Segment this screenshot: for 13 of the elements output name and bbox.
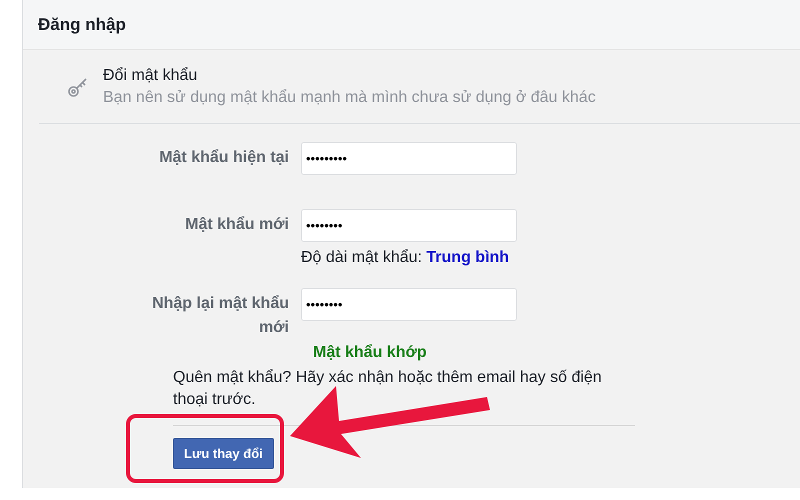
forgot-note: Quên mật khẩu? Hãy xác nhận hoặc thêm email hay số điện thoại trước. (173, 368, 603, 410)
save-button[interactable]: Lưu thay đổi (173, 438, 274, 469)
strength-text: Độ dài mật khẩu: Trung bình (301, 248, 510, 268)
setting-description: Bạn nên sử dụng mật khẩu mạnh mà mình chưa sử dụng ở đâu khác (103, 88, 596, 108)
password-field[interactable]: •••••••• (301, 288, 517, 321)
setting-title: Đổi mật khẩu (103, 66, 198, 86)
field-label: Mật khẩu mới (184, 215, 290, 235)
password-field[interactable]: •••••••• (301, 209, 517, 242)
password-field[interactable]: ••••••••• (301, 142, 517, 175)
field-label: Nhập lại mật khẩu mới (151, 294, 290, 338)
match-text: Mật khẩu khớp (313, 343, 427, 363)
field-label: Mật khẩu hiện tại (158, 148, 290, 168)
section-title: Đăng nhập (38, 14, 126, 36)
